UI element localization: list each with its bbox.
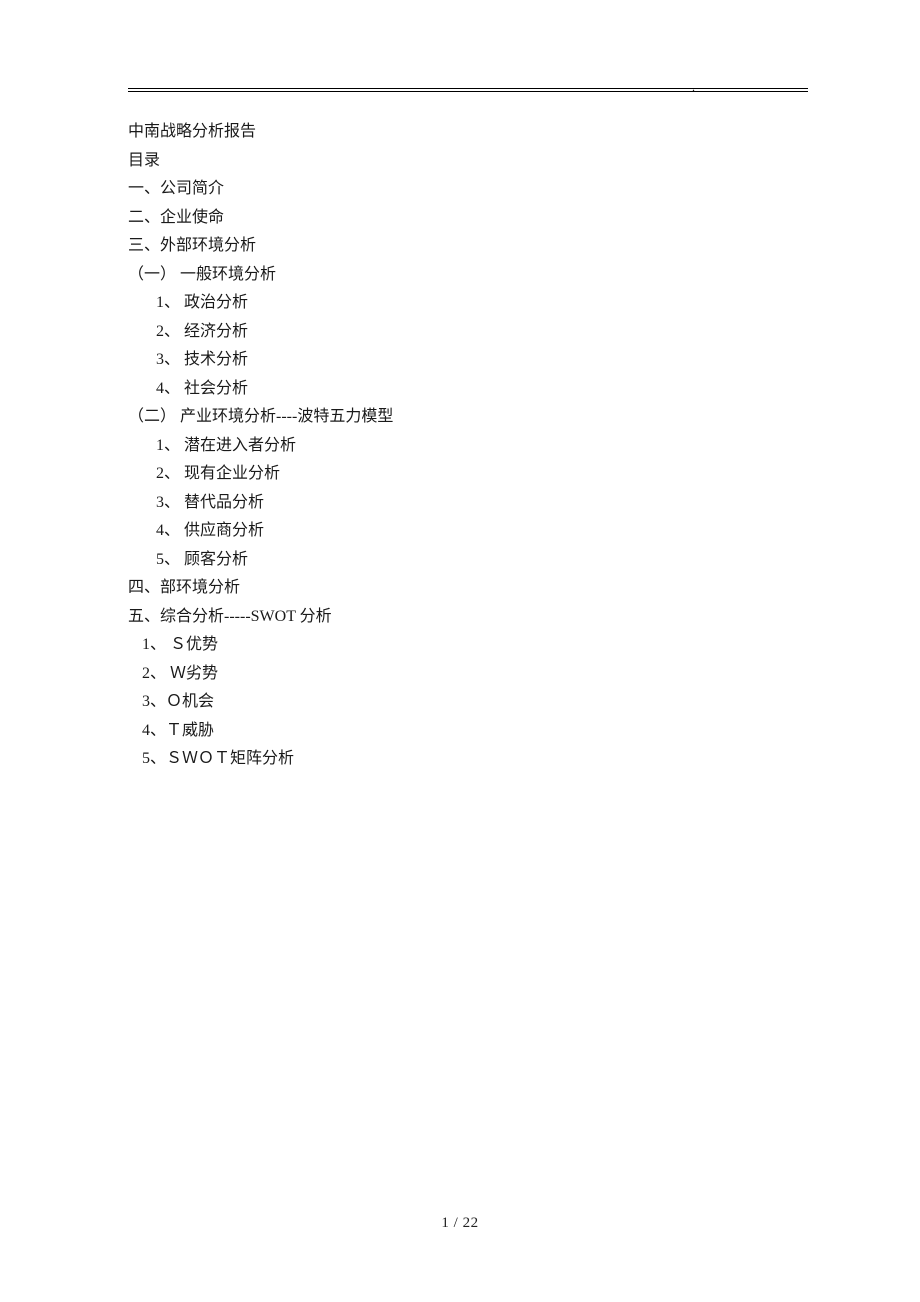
doc-title: 中南战略分析报告 [128, 118, 808, 147]
toc-item: 二、企业使命 [128, 204, 808, 233]
toc-item: 2、 经济分析 [128, 318, 808, 347]
toc-item: 3、 替代品分析 [128, 489, 808, 518]
toc-item: 3、 技术分析 [128, 346, 808, 375]
toc-item: （一） 一般环境分析 [128, 261, 808, 290]
document-content: 中南战略分析报告 目录 一、公司简介 二、企业使命 三、外部环境分析 （一） 一… [128, 118, 808, 774]
page-number: 1 / 22 [0, 1215, 920, 1232]
toc-item: 5、ＳＷＯＴ矩阵分析 [128, 745, 808, 774]
header-divider [128, 88, 808, 89]
toc-item: 5、 顾客分析 [128, 546, 808, 575]
toc-item: 三、外部环境分析 [128, 232, 808, 261]
toc-item: 2、 现有企业分析 [128, 460, 808, 489]
toc-item: 五、综合分析-----SWOT 分析 [128, 603, 808, 632]
document-page: . 中南战略分析报告 目录 一、公司简介 二、企业使命 三、外部环境分析 （一）… [0, 0, 920, 1302]
toc-item: 4、 供应商分析 [128, 517, 808, 546]
toc-item: 四、部环境分析 [128, 574, 808, 603]
toc-item: 1、 潜在进入者分析 [128, 432, 808, 461]
toc-item: 4、 社会分析 [128, 375, 808, 404]
toc-item: 1、 政治分析 [128, 289, 808, 318]
toc-item: 2、 Ｗ劣势 [128, 660, 808, 689]
toc-heading: 目录 [128, 147, 808, 176]
toc-item: 1、 Ｓ优势 [128, 631, 808, 660]
toc-item: 3、Ｏ机会 [128, 688, 808, 717]
toc-item: 4、Ｔ威胁 [128, 717, 808, 746]
toc-item: 一、公司简介 [128, 175, 808, 204]
toc-item: （二） 产业环境分析----波特五力模型 [128, 403, 808, 432]
